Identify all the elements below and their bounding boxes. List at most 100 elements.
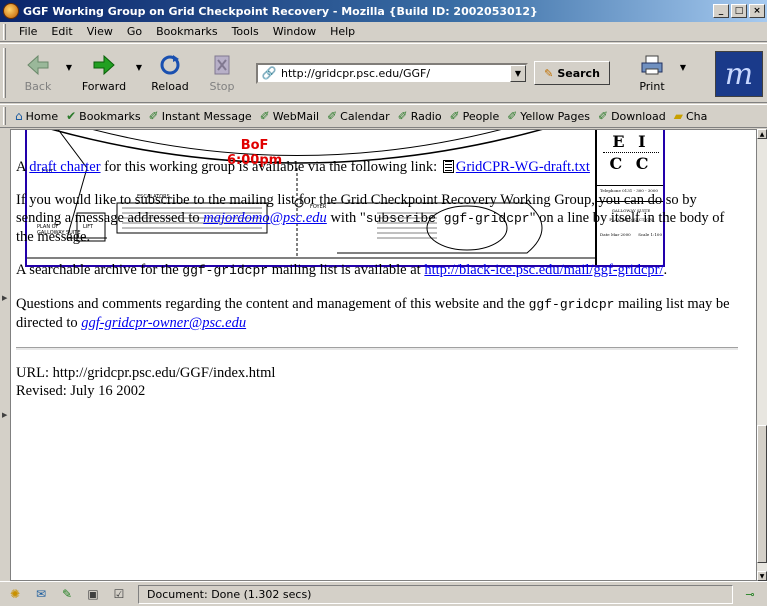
sidebar-grippy[interactable]: ▶ ▶	[0, 129, 10, 581]
toolbar-grip[interactable]	[3, 23, 6, 40]
bookmark-instant-message[interactable]: ✐ Instant Message	[146, 109, 257, 123]
vertical-scrollbar[interactable]: ▲ ▼	[757, 129, 767, 581]
text: A searchable archive for the	[16, 262, 183, 278]
mail-icon[interactable]: ✉	[30, 585, 52, 603]
bookmark-people[interactable]: ✐ People	[447, 109, 505, 123]
bookmark-label: People	[462, 109, 500, 123]
menu-help[interactable]: Help	[323, 25, 362, 38]
personal-toolbar: ⌂ Home ✔ Bookmarks ✐ Instant Message ✐ WebMa…	[0, 104, 767, 128]
bookmark-download[interactable]: ✐ Download	[595, 109, 671, 123]
bookmark-label: Home	[25, 109, 59, 123]
scroll-up-icon[interactable]: ▲	[757, 129, 767, 139]
menu-window[interactable]: Window	[266, 25, 323, 38]
menu-tools[interactable]: Tools	[225, 25, 266, 38]
bookmark-radio[interactable]: ✐ Radio	[395, 109, 447, 123]
forward-arrow-icon	[91, 53, 117, 77]
list-name: ggf-gridcpr	[528, 297, 615, 312]
bookmark-bookmarks[interactable]: ✔ Bookmarks	[63, 109, 146, 123]
minimize-button[interactable]: _	[713, 4, 729, 18]
owner-email-link[interactable]: ggf-gridcpr-owner@psc.edu	[81, 315, 246, 331]
text: A	[16, 159, 30, 175]
url-input[interactable]: http://gridcpr.psc.edu/GGF/	[281, 67, 510, 80]
bookmark-label: Calendar	[340, 109, 390, 123]
bookmark-label: Cha	[686, 109, 708, 123]
forward-dropdown-icon[interactable]: ▼	[134, 63, 144, 72]
url-dropdown-icon[interactable]: ▼	[510, 64, 526, 82]
bookmark-home[interactable]: ⌂ Home	[12, 109, 63, 123]
bookmark-channels[interactable]: ▰ Cha	[671, 109, 713, 123]
toolbar-grip[interactable]	[3, 48, 6, 98]
title-bar[interactable]: GGF Working Group on Grid Checkpoint Rec…	[0, 0, 767, 22]
menu-edit[interactable]: Edit	[44, 25, 79, 38]
menu-bookmarks[interactable]: Bookmarks	[149, 25, 224, 38]
text: .	[663, 262, 668, 278]
home-icon: ⌂	[15, 109, 23, 123]
stop-button[interactable]: Stop	[196, 47, 248, 99]
majordomo-email-link[interactable]: majordomo@psc.edu	[203, 210, 327, 226]
back-label: Back	[24, 80, 52, 93]
scrollbar-thumb[interactable]	[757, 425, 767, 563]
window-title: GGF Working Group on Grid Checkpoint Rec…	[23, 4, 538, 18]
charter-paragraph: A draft charter for this working group i…	[16, 158, 738, 176]
questions-paragraph: Questions and comments regarding the con…	[16, 295, 738, 332]
bof-text: BoF	[240, 138, 269, 153]
menu-bar: File Edit View Go Bookmarks Tools Window…	[0, 22, 767, 42]
page-url: URL: http://gridcpr.psc.edu/GGF/index.ht…	[16, 365, 276, 381]
bookmark-yellow-pages[interactable]: ✐ Yellow Pages	[504, 109, 595, 123]
bookmark-icon: ✐	[327, 109, 338, 123]
text-file-icon[interactable]	[442, 160, 454, 173]
status-bar: ✺ ✉ ✎ ▣ ☑ Document: Done (1.302 secs) ⊸	[0, 581, 767, 606]
reload-button[interactable]: Reload	[144, 47, 196, 99]
url-bar[interactable]: 🔗 http://gridcpr.psc.edu/GGF/ ▼	[256, 62, 528, 84]
draft-charter-link[interactable]: draft charter	[29, 159, 100, 175]
navigation-toolbar: Back ▼ Forward ▼ Reload Stop 🔗 http://gr…	[0, 43, 767, 103]
draft-file-link[interactable]: GridCPR-WG-draft.txt	[456, 159, 590, 175]
mozilla-icon[interactable]	[3, 3, 19, 19]
back-button[interactable]: Back	[12, 47, 64, 99]
mozilla-throbber-icon[interactable]: m	[715, 51, 763, 97]
folder-icon: ▰	[673, 109, 683, 123]
bookmark-icon: ✐	[449, 109, 460, 123]
subscribe-command: subscribe ggf-gridcpr	[365, 211, 530, 226]
horizontal-rule	[16, 347, 738, 351]
bookmark-webmail[interactable]: ✐ WebMail	[257, 109, 324, 123]
menu-file[interactable]: File	[12, 25, 44, 38]
site-icon: 🔗	[261, 66, 277, 80]
toolbar-grip[interactable]	[3, 107, 6, 125]
back-dropdown-icon[interactable]: ▼	[64, 63, 74, 72]
archive-paragraph: A searchable archive for the ggf-gridcpr…	[16, 261, 738, 280]
forward-button[interactable]: Forward	[74, 47, 134, 99]
navigator-icon[interactable]: ✺	[4, 585, 26, 603]
bookmark-icon: ✐	[598, 109, 609, 123]
text: mailing list is available at	[268, 262, 425, 278]
online-status-icon[interactable]: ⊸	[733, 585, 767, 604]
address-book-icon[interactable]: ▣	[82, 585, 104, 603]
bookmark-label: Bookmarks	[79, 109, 141, 123]
scroll-down-icon[interactable]: ▼	[757, 571, 767, 581]
bookmark-calendar[interactable]: ✐ Calendar	[324, 109, 395, 123]
bookmarks-icon: ✔	[66, 109, 77, 123]
forward-label: Forward	[81, 80, 127, 93]
bookmark-label: Yellow Pages	[520, 109, 591, 123]
menu-go[interactable]: Go	[120, 25, 149, 38]
bookmark-icon: ✐	[259, 109, 270, 123]
bookmark-icon: ✐	[397, 109, 408, 123]
archive-link[interactable]: http://black-ice.psc.edu/mail/ggf-gridcp…	[424, 262, 663, 278]
close-button[interactable]: ×	[749, 4, 765, 18]
text: with "	[326, 210, 366, 226]
subscribe-paragraph: If you would like to subscribe to the ma…	[16, 191, 738, 246]
maximize-button[interactable]: □	[731, 4, 747, 18]
search-label: Search	[557, 66, 600, 80]
expand-arrow-icon[interactable]: ▶	[2, 411, 7, 419]
print-button[interactable]: Print	[626, 47, 678, 99]
search-button[interactable]: ✎ Search	[534, 61, 610, 85]
reload-icon	[157, 53, 183, 77]
text: Questions and comments regarding the con…	[16, 296, 529, 312]
print-dropdown-icon[interactable]: ▼	[678, 63, 688, 72]
print-label: Print	[639, 80, 665, 93]
expand-arrow-icon[interactable]: ▶	[2, 294, 7, 302]
menu-view[interactable]: View	[80, 25, 120, 38]
document-body: A draft charter for this working group i…	[16, 158, 738, 400]
composer-icon[interactable]: ✎	[56, 585, 78, 603]
irc-icon[interactable]: ☑	[108, 585, 130, 603]
